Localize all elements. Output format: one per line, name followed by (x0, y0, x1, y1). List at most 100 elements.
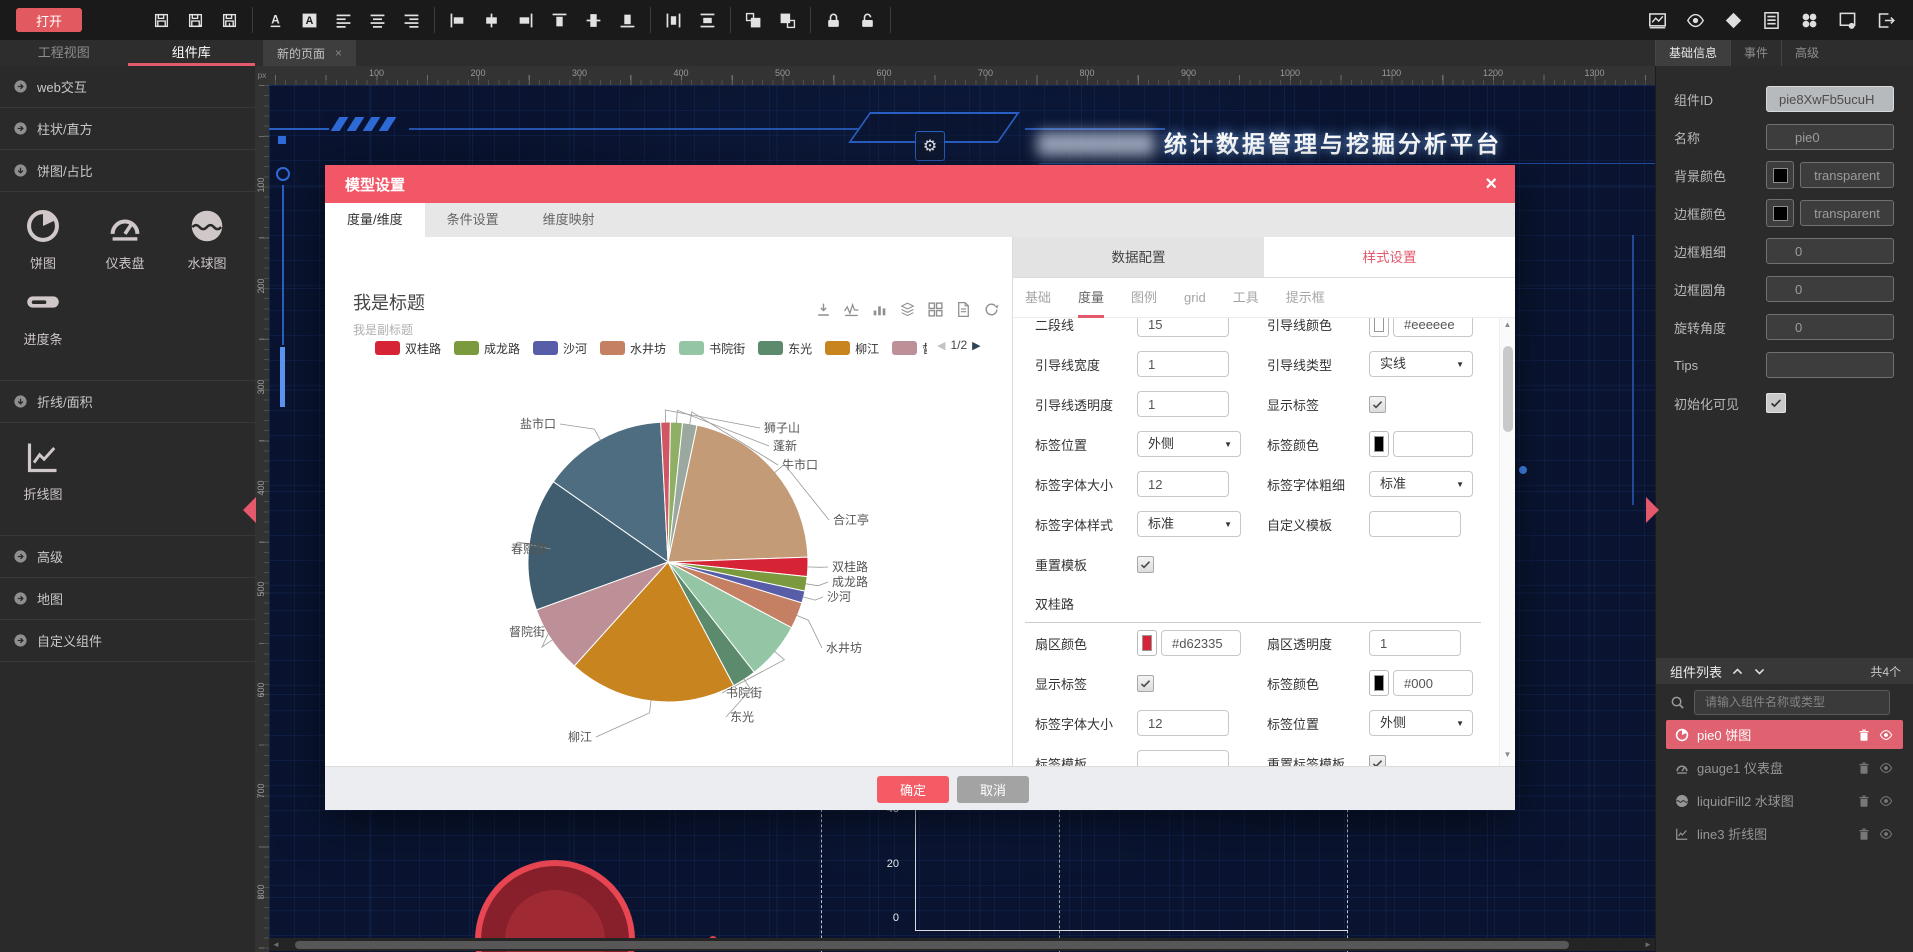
tab-dimension-mapping[interactable]: 维度映射 (521, 203, 617, 237)
sidebar-section[interactable]: 高级 (0, 536, 255, 578)
tab-basic-info[interactable]: 基础信息 (1655, 40, 1730, 66)
scroll-down-icon[interactable]: ▼ (1500, 750, 1515, 764)
library-item[interactable]: 水球图 (168, 208, 246, 272)
field-input[interactable] (1766, 238, 1894, 264)
field-input[interactable] (1766, 352, 1894, 378)
color-value-input[interactable] (1161, 630, 1241, 656)
form-input[interactable] (1137, 471, 1229, 497)
color-swatch[interactable] (1369, 431, 1389, 457)
tab-measure-dimension[interactable]: 度量/维度 (325, 203, 425, 237)
color-value-input[interactable] (1800, 200, 1894, 226)
exit-icon[interactable] (1876, 11, 1895, 30)
trash-icon[interactable] (1857, 827, 1871, 841)
form-input[interactable] (1137, 750, 1229, 766)
checkbox[interactable] (1137, 556, 1154, 573)
sidebar-section[interactable]: web交互 (0, 66, 255, 108)
form-input[interactable] (1137, 318, 1229, 337)
sidebar-section[interactable]: 柱状/直方 (0, 108, 255, 150)
collapse-right-panel-arrow[interactable] (1646, 497, 1659, 523)
eye-small-icon[interactable] (1879, 827, 1893, 841)
checkbox[interactable] (1766, 393, 1786, 413)
color-value-input[interactable] (1393, 318, 1473, 337)
form-input[interactable] (1369, 630, 1461, 656)
open-button[interactable]: 打开 (16, 8, 82, 32)
diamond-icon[interactable] (1724, 11, 1743, 30)
confirm-button[interactable]: 确定 (877, 776, 949, 803)
tab-component-library[interactable]: 组件库 (128, 40, 256, 66)
color-swatch[interactable] (1137, 630, 1157, 656)
font-underline-icon[interactable]: A (267, 12, 284, 29)
color-value-input[interactable] (1800, 162, 1894, 188)
save-icon[interactable] (153, 12, 170, 29)
form-select[interactable]: 外侧 (1137, 431, 1241, 457)
scroll-right-icon[interactable]: ► (1641, 940, 1655, 949)
sidebar-section[interactable]: 自定义组件 (0, 620, 255, 662)
eye-small-icon[interactable] (1879, 761, 1893, 775)
font-box-icon[interactable]: A (301, 12, 318, 29)
bring-front-icon[interactable] (745, 12, 762, 29)
library-item[interactable]: 仪表盘 (86, 208, 164, 272)
component-search-input[interactable] (1694, 690, 1890, 715)
color-swatch[interactable] (1369, 318, 1389, 337)
tab-advanced[interactable]: 高级 (1781, 40, 1832, 66)
collapse-left-panel-arrow[interactable] (243, 497, 256, 523)
sidebar-section[interactable]: 折线/面积 (0, 381, 255, 423)
distribute-h-icon[interactable] (665, 12, 682, 29)
color-swatch[interactable] (1766, 199, 1794, 227)
form-input[interactable] (1137, 351, 1229, 377)
subtab-legend[interactable]: 图例 (1131, 278, 1157, 318)
tab-events[interactable]: 事件 (1730, 40, 1781, 66)
checkbox[interactable] (1137, 675, 1154, 692)
field-input[interactable] (1766, 314, 1894, 340)
subtab-basic[interactable]: 基础 (1025, 278, 1051, 318)
align-top-icon[interactable] (551, 12, 568, 29)
field-input[interactable] (1766, 124, 1894, 150)
component-list-item[interactable]: pie0 饼图 (1666, 720, 1903, 749)
cancel-button[interactable]: 取消 (957, 776, 1029, 803)
color-swatch[interactable] (1369, 670, 1389, 696)
component-list-item[interactable]: line3 折线图 (1666, 819, 1903, 848)
form-input[interactable] (1137, 710, 1229, 736)
trash-icon[interactable] (1857, 728, 1871, 742)
library-item[interactable]: 进度条 (4, 284, 82, 348)
sidebar-section[interactable]: 地图 (0, 578, 255, 620)
tab-style-settings[interactable]: 样式设置 (1264, 237, 1515, 277)
sidebar-section[interactable]: 饼图/占比 (0, 150, 255, 192)
lock-icon[interactable] (825, 12, 842, 29)
align-center-v-icon[interactable] (483, 12, 500, 29)
color-swatch[interactable] (1766, 161, 1794, 189)
chevron-down-icon[interactable] (1753, 665, 1766, 678)
components-icon[interactable] (1800, 11, 1819, 30)
color-value-input[interactable] (1393, 670, 1473, 696)
save-as-icon[interactable] (187, 12, 204, 29)
layout-icon[interactable] (1762, 11, 1781, 30)
send-back-icon[interactable] (779, 12, 796, 29)
align-left-icon[interactable] (449, 12, 466, 29)
form-select[interactable]: 实线 (1369, 351, 1473, 377)
component-list-item[interactable]: liquidFill2 水球图 (1666, 786, 1903, 815)
tab-data-config[interactable]: 数据配置 (1013, 237, 1264, 277)
chevron-up-icon[interactable] (1731, 665, 1744, 678)
scroll-up-icon[interactable]: ▲ (1500, 320, 1515, 334)
tab-project-view[interactable]: 工程视图 (0, 40, 128, 66)
subtab-measure[interactable]: 度量 (1078, 278, 1104, 318)
field-input[interactable] (1766, 276, 1894, 302)
align-bottom-icon[interactable] (619, 12, 636, 29)
align-text-right-icon[interactable] (403, 12, 420, 29)
scrollbar-thumb[interactable] (295, 941, 1569, 949)
close-icon[interactable]: × (1485, 174, 1497, 194)
form-input[interactable] (1137, 391, 1229, 417)
preview-icon[interactable] (1648, 11, 1667, 30)
scroll-left-icon[interactable]: ◄ (269, 940, 283, 949)
form-select[interactable]: 标准 (1137, 511, 1241, 537)
close-page-icon[interactable]: × (335, 46, 342, 60)
eye-icon[interactable] (1686, 11, 1705, 30)
checkbox[interactable] (1369, 396, 1386, 413)
settings-scrollbar[interactable]: ▲ ▼ (1499, 318, 1515, 766)
scrollbar-thumb[interactable] (1503, 346, 1513, 432)
color-value-input[interactable] (1393, 431, 1473, 457)
page-tab[interactable]: 新的页面 × (263, 40, 356, 66)
subtab-tooltip[interactable]: 提示框 (1286, 278, 1325, 318)
library-item[interactable]: 饼图 (4, 208, 82, 272)
distribute-v-icon[interactable] (699, 12, 716, 29)
